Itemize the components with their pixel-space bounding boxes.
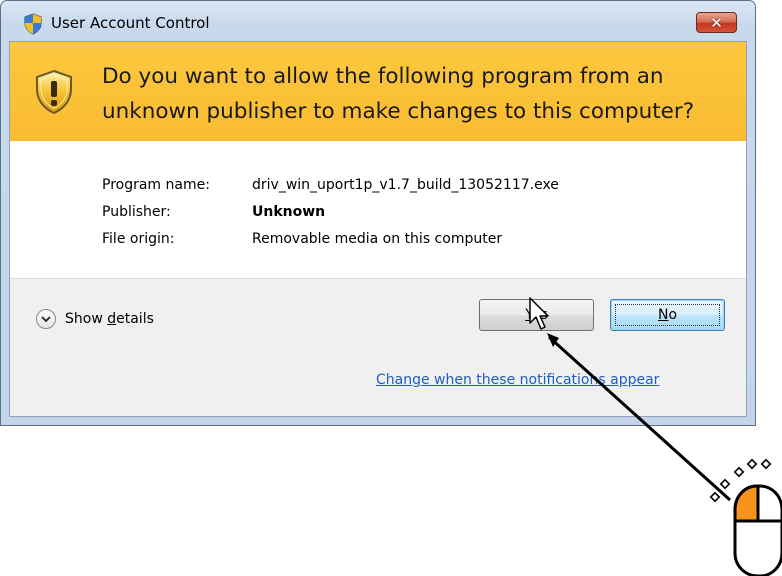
change-notifications-link[interactable]: Change when these notifications appear bbox=[376, 372, 659, 388]
title-bar[interactable]: User Account Control ✕ bbox=[1, 1, 755, 41]
warning-banner: Do you want to allow the following progr… bbox=[10, 42, 746, 141]
yes-button-label: Yes bbox=[525, 307, 548, 323]
publisher-value: Unknown bbox=[252, 204, 326, 220]
uac-shield-icon bbox=[23, 13, 43, 35]
no-button[interactable]: No bbox=[610, 299, 725, 331]
warning-shield-icon bbox=[34, 69, 74, 115]
close-icon: ✕ bbox=[710, 13, 723, 32]
chevron-down-icon bbox=[36, 309, 56, 329]
file-origin-value: Removable media on this computer bbox=[252, 231, 503, 247]
focus-rectangle bbox=[615, 304, 720, 326]
show-details-label: Show details bbox=[65, 311, 154, 327]
dialog-content: Do you want to allow the following progr… bbox=[9, 41, 747, 417]
uac-dialog: User Account Control ✕ Do you want to al… bbox=[0, 0, 756, 426]
yes-button[interactable]: Yes bbox=[479, 299, 594, 331]
close-button[interactable]: ✕ bbox=[696, 12, 737, 33]
publisher-label: Publisher: bbox=[102, 204, 171, 220]
show-details-toggle[interactable]: Show details bbox=[36, 309, 154, 329]
program-name-label: Program name: bbox=[102, 177, 210, 193]
dialog-footer: Show details Yes No Change when these no… bbox=[10, 278, 746, 416]
window-title: User Account Control bbox=[51, 14, 210, 32]
mouse-left-click-icon bbox=[709, 458, 782, 576]
uac-question: Do you want to allow the following progr… bbox=[102, 64, 695, 124]
file-origin-label: File origin: bbox=[102, 231, 175, 247]
screen: User Account Control ✕ Do you want to al… bbox=[0, 0, 782, 576]
program-name-value: driv_win_uport1p_v1.7_build_13052117.exe bbox=[252, 177, 559, 193]
